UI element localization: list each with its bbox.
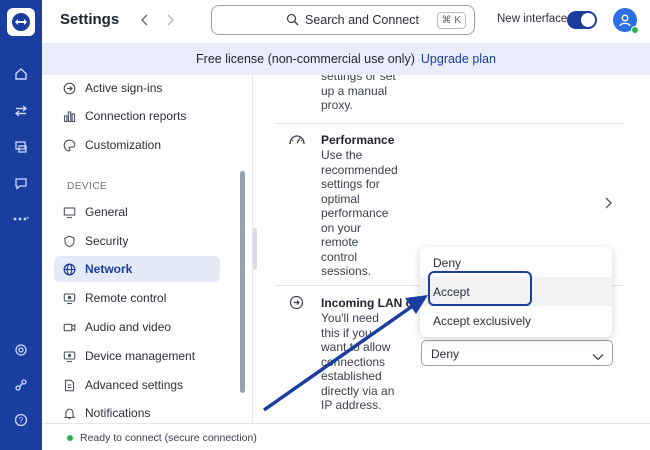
teamviewer-logo-icon[interactable] — [7, 8, 35, 36]
network-settings-panel: settings or set up a manual proxy. Perfo… — [258, 75, 650, 423]
sidebar-item-security[interactable]: Security — [54, 228, 220, 254]
search-label: Search and Connect — [305, 13, 419, 27]
incoming-lan-select[interactable]: Deny — [421, 340, 613, 366]
palette-icon — [61, 137, 77, 153]
incoming-lan-description: You'll need this if you want to allow co… — [321, 311, 395, 412]
upgrade-plan-link[interactable]: Upgrade plan — [421, 52, 496, 66]
app-rail: ? — [0, 0, 42, 450]
status-bar: Ready to connect (secure connection) — [42, 423, 650, 450]
sidebar-item-general[interactable]: General — [54, 199, 220, 225]
sidebar-item-label: Notifications — [85, 406, 151, 420]
chevron-down-icon — [592, 348, 604, 366]
dropdown-option-accept-exclusively[interactable]: Accept exclusively — [420, 306, 612, 335]
document-icon — [61, 377, 77, 393]
row-divider — [276, 123, 624, 124]
search-input[interactable]: Search and Connect ⌘ K — [211, 5, 475, 35]
sidebar-item-label: Security — [85, 234, 129, 248]
sidebar-item-audio-video[interactable]: Audio and video — [54, 314, 220, 340]
sidebar-item-network[interactable]: Network — [54, 256, 220, 282]
arrow-circle-icon — [61, 80, 77, 96]
help-icon[interactable]: ? — [11, 410, 31, 430]
sidebar-scrollbar[interactable] — [240, 171, 245, 393]
proxy-description: settings or set up a manual proxy. — [321, 75, 396, 112]
support-icon[interactable] — [11, 340, 31, 360]
sidebar-item-label: Device management — [85, 349, 196, 363]
sidebar-item-advanced-settings[interactable]: Advanced settings — [54, 372, 220, 398]
settings-sidebar: Active sign-ins Connection reports Custo… — [42, 75, 252, 423]
svg-text:?: ? — [19, 416, 24, 425]
section-label-device: DEVICE — [67, 181, 108, 192]
sidebar-item-customization[interactable]: Customization — [54, 132, 220, 158]
avatar[interactable] — [613, 8, 639, 34]
incoming-lan-selected-value: Deny — [431, 347, 460, 361]
speedometer-icon — [288, 133, 306, 151]
chevron-right-icon[interactable] — [604, 196, 612, 214]
online-status-dot — [631, 26, 639, 34]
connection-status-dot — [67, 435, 73, 441]
page-title: Settings — [60, 11, 120, 28]
forward-arrow-icon[interactable] — [162, 12, 178, 28]
sidebar-item-label: Active sign-ins — [85, 81, 163, 95]
back-arrow-icon[interactable] — [137, 12, 153, 28]
search-shortcut: ⌘ K — [436, 12, 466, 29]
sidebar-item-label: Advanced settings — [85, 378, 184, 392]
performance-title: Performance — [321, 133, 395, 147]
globe-icon — [61, 261, 77, 277]
shield-icon — [61, 233, 77, 249]
pane-resize-handle[interactable] — [253, 228, 257, 270]
incoming-arrow-icon — [289, 295, 304, 315]
incoming-lan-title: Incoming LAN co — [321, 296, 420, 310]
transfer-icon[interactable] — [11, 101, 31, 121]
sidebar-item-label: Audio and video — [85, 320, 172, 334]
video-icon — [61, 319, 77, 335]
license-text: Free license (non-commercial use only) — [196, 52, 415, 66]
status-text: Ready to connect (secure connection) — [80, 432, 257, 444]
more-icon[interactable] — [11, 209, 31, 229]
sidebar-item-active-sign-ins[interactable]: Active sign-ins — [54, 75, 220, 101]
integrations-icon[interactable] — [11, 375, 31, 395]
sidebar-item-label: Network — [85, 262, 133, 276]
license-banner: Free license (non-commercial use only) U… — [42, 43, 650, 75]
annotation-highlight-box — [428, 271, 532, 306]
new-interface-toggle[interactable] — [567, 11, 597, 29]
sidebar-item-label: Remote control — [85, 291, 167, 305]
top-bar: Settings Search and Connect ⌘ K New inte… — [42, 0, 650, 42]
bar-chart-icon — [61, 108, 77, 124]
bell-icon — [61, 405, 77, 421]
chat-icon[interactable] — [11, 173, 31, 193]
search-icon — [286, 13, 299, 31]
new-interface-label: New interface — [497, 13, 568, 25]
sidebar-item-device-management[interactable]: Device management — [54, 343, 220, 369]
sidebar-item-connection-reports[interactable]: Connection reports — [54, 103, 220, 129]
sidebar-item-remote-control[interactable]: Remote control — [54, 285, 220, 311]
devices-icon[interactable] — [11, 137, 31, 157]
sidebar-item-label: Customization — [85, 138, 162, 152]
sidebar-item-label: General — [85, 205, 128, 219]
home-icon[interactable] — [11, 64, 31, 84]
monitor-icon — [61, 204, 77, 220]
sidebar-item-notifications[interactable]: Notifications — [54, 400, 220, 423]
remote-screen-icon — [61, 290, 77, 306]
sidebar-item-label: Connection reports — [85, 109, 187, 123]
device-gear-icon — [61, 348, 77, 364]
performance-description: Use the recommended settings for optimal… — [321, 148, 398, 278]
